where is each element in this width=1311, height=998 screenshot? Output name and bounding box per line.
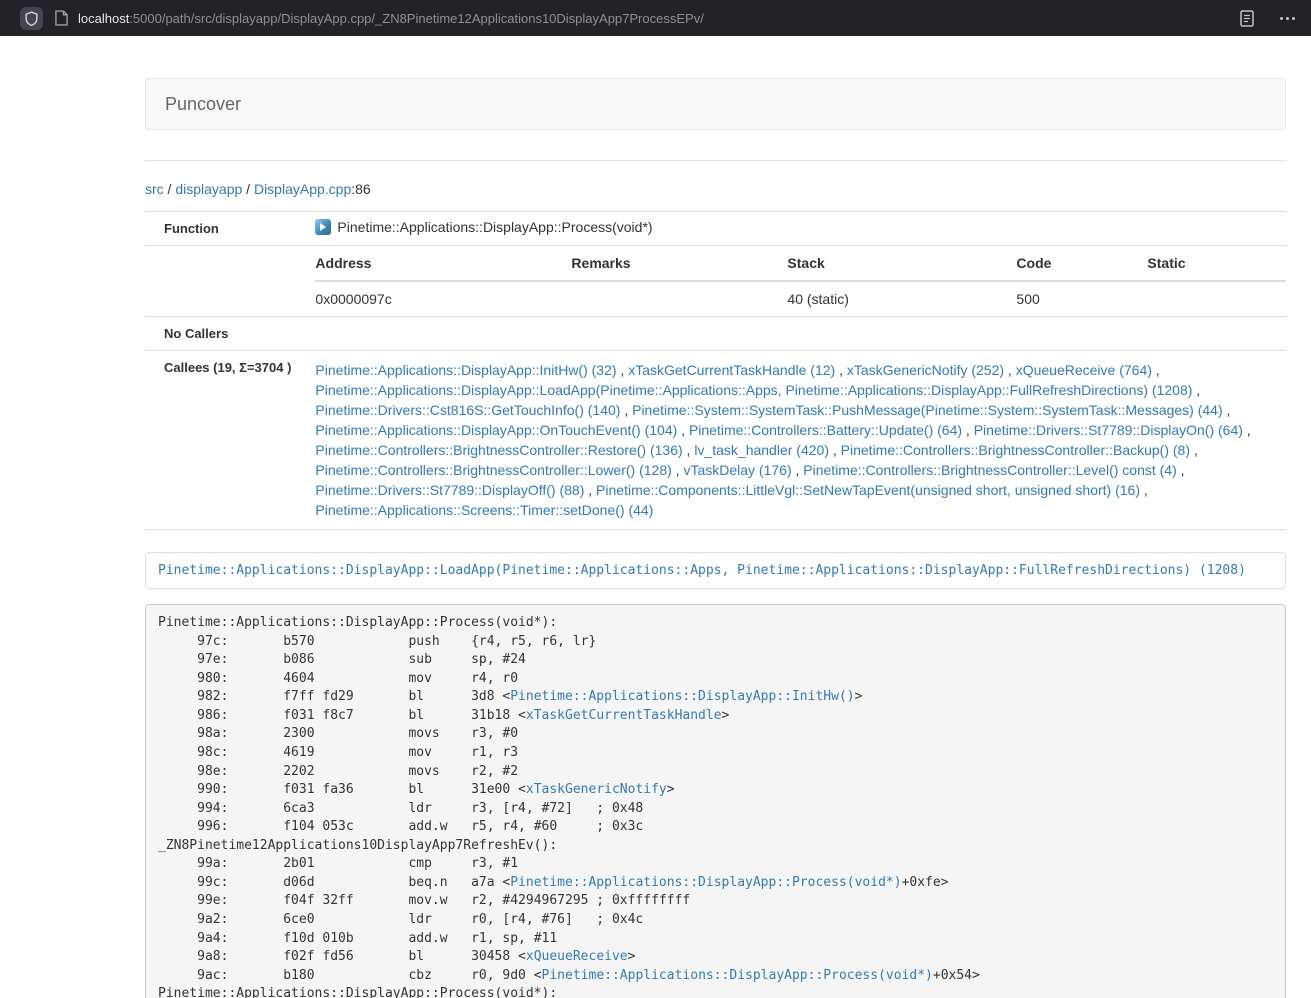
col-header-code: Code: [1016, 246, 1147, 281]
col-header-remarks: Remarks: [571, 246, 787, 281]
page-icon: [55, 10, 68, 26]
callee-link[interactable]: Pinetime::Applications::DisplayApp::Load…: [315, 382, 1192, 398]
app-navbar: Puncover: [145, 78, 1286, 130]
breadcrumb-link[interactable]: DisplayApp.cpp: [254, 181, 351, 197]
no-callers-label: No Callers: [145, 317, 299, 351]
code-symbol-link[interactable]: Pinetime::Applications::DisplayApp::Proc…: [510, 875, 901, 890]
stack-value: 40 (static): [787, 281, 1016, 316]
callee-link[interactable]: Pinetime::Applications::Screens::Timer::…: [315, 502, 653, 518]
function-row-label: Function: [145, 212, 299, 246]
callee-link[interactable]: Pinetime::Drivers::Cst816S::GetTouchInfo…: [315, 402, 620, 418]
callees-label: Callees (19, Σ=3704 ): [145, 351, 299, 530]
callee-link[interactable]: Pinetime::Components::LittleVgl::SetNewT…: [596, 482, 1140, 498]
callee-link[interactable]: xTaskGetCurrentTaskHandle (12): [628, 362, 835, 378]
col-header-static: Static: [1147, 246, 1286, 281]
code-symbol-link[interactable]: Pinetime::Applications::DisplayApp::Proc…: [542, 968, 933, 983]
callee-link[interactable]: Pinetime::Drivers::St7789::DisplayOff() …: [315, 482, 584, 498]
details-row: Address Remarks Stack Code Static 0x0000…: [145, 246, 1286, 317]
url-path: :5000/path/src/displayapp/DisplayApp.cpp…: [129, 11, 704, 26]
col-header-stack: Stack: [787, 246, 1016, 281]
callee-link[interactable]: Pinetime::Controllers::BrightnessControl…: [315, 442, 682, 458]
highlighted-callee-link[interactable]: Pinetime::Applications::DisplayApp::Load…: [158, 563, 1246, 578]
callee-link[interactable]: Pinetime::Controllers::Battery::Update()…: [689, 422, 962, 438]
function-name: Pinetime::Applications::DisplayApp::Proc…: [337, 219, 652, 235]
breadcrumb-line-number: :86: [351, 181, 370, 197]
callee-link[interactable]: Pinetime::Controllers::BrightnessControl…: [315, 462, 671, 478]
callee-link[interactable]: Pinetime::Drivers::St7789::DisplayOn() (…: [974, 422, 1243, 438]
divider: [145, 160, 1286, 161]
menu-icon[interactable]: [1278, 13, 1297, 24]
static-value: [1147, 281, 1286, 316]
callee-link[interactable]: Pinetime::System::SystemTask::PushMessag…: [632, 402, 1223, 418]
code-symbol-link[interactable]: Pinetime::Applications::DisplayApp::Init…: [510, 689, 854, 704]
browser-chrome: localhost:5000/path/src/displayapp/Displ…: [0, 0, 1311, 36]
method-icon: [315, 219, 331, 235]
remarks-value: [571, 281, 787, 316]
breadcrumb: src / displayapp / DisplayApp.cpp:86: [145, 181, 1286, 197]
col-header-address: Address: [315, 246, 571, 281]
symbol-table: Function Pinetime::Applications::Display…: [145, 212, 1286, 530]
details-value-row: 0x0000097c 40 (static) 500: [315, 281, 1286, 316]
address-value: 0x0000097c: [315, 281, 571, 316]
url-host: localhost: [78, 11, 129, 26]
callee-link[interactable]: xQueueReceive (764): [1016, 362, 1152, 378]
details-header-row: Address Remarks Stack Code Static: [315, 246, 1286, 281]
code-symbol-link[interactable]: xQueueReceive: [526, 949, 628, 964]
shield-icon[interactable]: [20, 7, 43, 30]
disassembly-block: Pinetime::Applications::DisplayApp::Proc…: [145, 604, 1286, 998]
code-symbol-link[interactable]: xTaskGenericNotify: [526, 782, 667, 797]
callee-link[interactable]: Pinetime::Applications::DisplayApp::OnTo…: [315, 422, 677, 438]
callees-row: Callees (19, Σ=3704 ) Pinetime::Applicat…: [145, 351, 1286, 530]
callee-link[interactable]: Pinetime::Applications::DisplayApp::Init…: [315, 362, 616, 378]
page-container: Puncover src / displayapp / DisplayApp.c…: [145, 36, 1286, 998]
app-title[interactable]: Puncover: [165, 94, 241, 115]
url-bar[interactable]: localhost:5000/path/src/displayapp/Displ…: [78, 11, 704, 26]
callee-link[interactable]: vTaskDelay (176): [683, 462, 791, 478]
shield-glyph: [25, 11, 38, 26]
reader-mode-icon[interactable]: [1240, 10, 1254, 27]
callee-link[interactable]: Pinetime::Controllers::BrightnessControl…: [841, 442, 1190, 458]
callees-list: Pinetime::Applications::DisplayApp::Init…: [299, 351, 1286, 530]
details-table: Address Remarks Stack Code Static 0x0000…: [315, 246, 1286, 316]
callee-link[interactable]: Pinetime::Controllers::BrightnessControl…: [803, 462, 1176, 478]
function-row: Function Pinetime::Applications::Display…: [145, 212, 1286, 246]
breadcrumb-link[interactable]: src: [145, 181, 164, 197]
code-size-value: 500: [1016, 281, 1147, 316]
callee-link[interactable]: xTaskGenericNotify (252): [847, 362, 1004, 378]
highlighted-callee-box: Pinetime::Applications::DisplayApp::Load…: [145, 552, 1286, 589]
no-callers-row: No Callers: [145, 317, 1286, 351]
breadcrumb-link[interactable]: displayapp: [175, 181, 242, 197]
code-symbol-link[interactable]: xTaskGetCurrentTaskHandle: [526, 708, 722, 723]
callee-link[interactable]: lv_task_handler (420): [694, 442, 829, 458]
